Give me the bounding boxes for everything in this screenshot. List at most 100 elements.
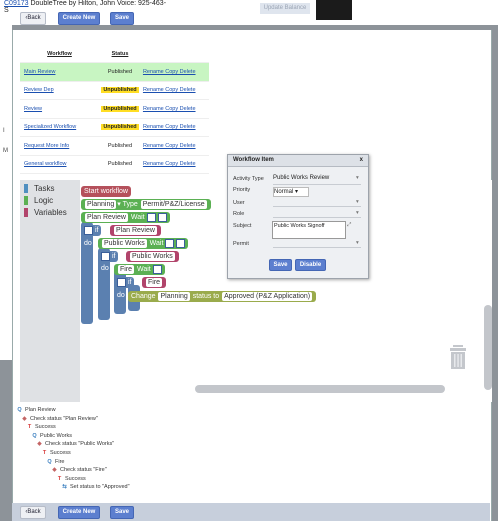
workflow-name-link[interactable]: Request More Info <box>20 136 99 155</box>
public-works-wait-block[interactable]: Public Works Wait <box>98 238 189 249</box>
row-actions-links[interactable]: Rename Copy Delete <box>140 99 209 118</box>
row-actions-links[interactable]: Rename Copy Delete <box>140 117 209 137</box>
tree-node[interactable]: Q Plan Review <box>16 407 55 414</box>
tree-node[interactable]: Q Fire <box>46 459 64 466</box>
if-block[interactable]: if <box>81 225 102 236</box>
wait-label: Wait <box>130 214 145 221</box>
palette-variables-label: Variables <box>34 208 67 217</box>
fire-wait-block[interactable]: Fire Wait <box>114 264 165 275</box>
activity-type-select[interactable]: Public Works Review <box>273 175 353 181</box>
workflow-table-body: Main Review Published Rename Copy Delete Re… <box>20 62 209 192</box>
save-button[interactable]: Save <box>110 12 134 25</box>
tree-node[interactable]: ◆ Check status "Fire" <box>51 467 107 474</box>
if-block[interactable]: if <box>98 251 119 262</box>
row-actions-links[interactable]: Rename Copy Delete <box>140 62 209 81</box>
plan-review-status-field[interactable]: Plan Review <box>114 226 157 235</box>
tree-node-label: Check status "Fire" <box>60 467 107 474</box>
status-badge: Published <box>107 142 133 149</box>
tree-node-label: Fire <box>55 458 65 465</box>
settings-gear-icon[interactable] <box>117 277 126 287</box>
table-row[interactable]: Specialized Workflow Unpublished Rename Co… <box>20 117 209 137</box>
table-row[interactable]: Main Review Published Rename Copy Delete <box>20 62 209 81</box>
fire-status-field[interactable]: Fire <box>146 278 163 287</box>
table-row[interactable]: Review Unpublished Rename Copy Delete <box>20 99 209 118</box>
public-works-field[interactable]: Public Works <box>102 239 147 248</box>
checkbox[interactable] <box>165 238 175 248</box>
success-icon: T <box>27 424 32 431</box>
expand-icon[interactable]: ⤢ <box>347 222 351 229</box>
back-button[interactable]: ‹Back <box>20 506 46 519</box>
wait-label: Wait <box>137 266 151 273</box>
role-select[interactable] <box>273 217 361 218</box>
workflow-name-link[interactable]: Review Dep <box>20 80 99 100</box>
public-works-status-field[interactable]: Public Works <box>130 252 175 261</box>
if-label: if <box>111 253 116 260</box>
fire-field[interactable]: Fire <box>118 265 135 274</box>
subject-input[interactable]: Public Works Signoff <box>272 221 346 239</box>
start-workflow-block[interactable]: Start workflow <box>81 186 131 197</box>
status-check-block[interactable]: Plan Review <box>110 225 161 236</box>
tree-node[interactable]: ◆ Check status "Plan Review" <box>21 415 97 423</box>
palette-variables[interactable]: Variables <box>24 208 67 217</box>
table-row[interactable]: Review Dep Unpublished Rename Copy Delete <box>20 80 209 100</box>
table-row[interactable]: Request More Info Published Rename Copy De… <box>20 136 209 155</box>
workflow-name-link[interactable]: Main Review <box>20 62 99 81</box>
palette-logic[interactable]: Logic <box>24 196 53 205</box>
success-icon: T <box>42 450 47 456</box>
tree-node[interactable]: ◆ Check status "Public Works" <box>36 441 114 448</box>
settings-gear-icon[interactable] <box>84 225 93 235</box>
if-label: if <box>127 279 132 286</box>
if-block[interactable]: if <box>114 277 135 288</box>
planning-type-block[interactable]: Planning ▾ Type Permit/P&Z/License <box>81 199 211 210</box>
tree-node[interactable]: T Success <box>41 450 71 457</box>
approved-status-field[interactable]: Approved (P&Z Application) <box>222 292 313 301</box>
tree-node[interactable]: T Success <box>26 424 56 431</box>
tree-node-label: Set status to "Approved" <box>70 484 130 491</box>
workflow-name-link[interactable]: Review <box>20 99 99 118</box>
checkbox[interactable] <box>146 212 156 222</box>
permit-select[interactable] <box>273 247 361 248</box>
checkbox[interactable] <box>157 212 167 222</box>
planning-field[interactable]: Planning <box>85 200 117 209</box>
popup-save-button[interactable]: Save <box>269 259 292 271</box>
plan-review-field[interactable]: Plan Review <box>85 213 128 222</box>
save-button[interactable]: Save <box>110 506 134 519</box>
tree-node[interactable]: Q Public Works <box>31 433 72 440</box>
status-check-block[interactable]: Fire <box>142 277 167 288</box>
workflow-status-cell: Unpublished <box>99 80 141 100</box>
status-check-block[interactable]: Public Works <box>126 251 179 262</box>
row-actions-links[interactable]: Rename Copy Delete <box>140 136 209 155</box>
workflow-name-link[interactable]: Specialized Workflow <box>20 117 99 137</box>
horizontal-scrollbar[interactable] <box>195 385 445 393</box>
workflow-tree: Q Plan Review ◆ Check status "Plan Review" T… <box>16 407 236 497</box>
do-label: do <box>84 240 92 247</box>
vertical-scrollbar[interactable] <box>484 305 492 390</box>
tree-node[interactable]: ⇆ Set status to "Approved" <box>61 484 130 491</box>
workflow-name-link[interactable]: General workflow <box>20 154 99 174</box>
create-new-button[interactable]: Create New <box>58 506 100 519</box>
priority-select[interactable]: Normal ▾ <box>273 187 309 197</box>
status-badge: Unpublished <box>101 105 139 112</box>
checkbox[interactable] <box>152 264 162 274</box>
planning-target-field[interactable]: Planning <box>158 292 190 301</box>
row-actions-links[interactable]: Rename Copy Delete <box>140 80 209 100</box>
activity-type-label: Activity Type <box>233 176 264 182</box>
row-actions-links[interactable]: Rename Copy Delete <box>140 154 209 174</box>
popup-disable-button[interactable]: Disable <box>295 259 326 271</box>
plan-review-wait-block[interactable]: Plan Review Wait <box>81 212 170 223</box>
back-button[interactable]: ‹Back <box>20 12 46 25</box>
type-field[interactable]: Permit/P&Z/License <box>140 200 207 209</box>
close-icon[interactable]: x <box>360 155 363 166</box>
background-contact-link[interactable]: C09173 <box>4 0 29 7</box>
settings-gear-icon[interactable] <box>101 251 110 261</box>
user-select[interactable] <box>273 206 361 207</box>
check-icon: ◆ <box>22 415 27 422</box>
palette-tasks[interactable]: Tasks <box>24 184 54 193</box>
create-new-button[interactable]: Create New <box>58 12 100 25</box>
checkbox[interactable] <box>176 238 186 248</box>
table-row[interactable]: General workflow Published Rename Copy Del… <box>20 154 209 174</box>
tree-node[interactable]: T Success <box>56 476 86 483</box>
change-status-block[interactable]: Change Planning status to Approved (P&Z … <box>128 291 317 302</box>
type-label: Type <box>122 201 138 208</box>
trash-icon[interactable] <box>449 345 467 369</box>
